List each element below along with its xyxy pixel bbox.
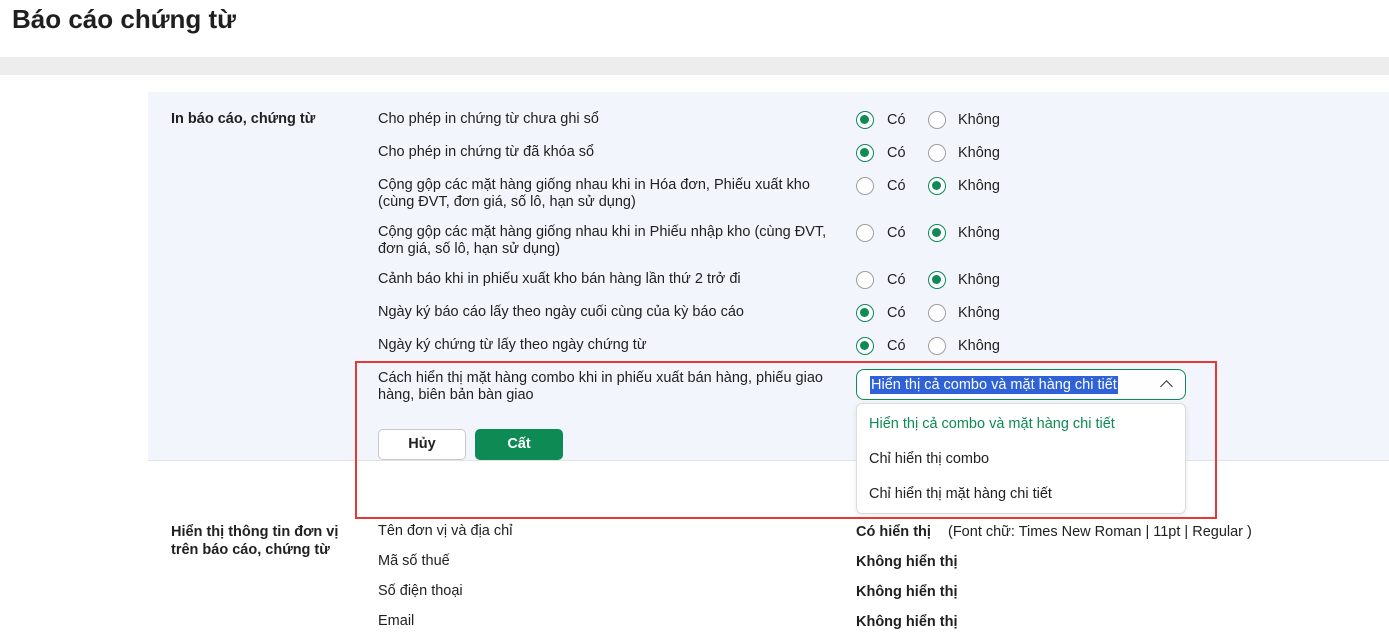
display-row-label: Tên đơn vị và địa chỉ <box>378 523 513 539</box>
radio-yes[interactable] <box>856 144 874 162</box>
radio-yes[interactable] <box>856 177 874 195</box>
combo-setting-label: Cách hiển thị mặt hàng combo khi in phiế… <box>378 370 823 403</box>
radio-no-label: Không <box>958 272 1000 288</box>
radio-yes-label: Có <box>887 272 906 288</box>
radio-no[interactable] <box>928 224 946 242</box>
combo-display-select[interactable]: Hiển thị cả combo và mặt hàng chi tiết <box>856 369 1186 400</box>
radio-yes[interactable] <box>856 111 874 129</box>
display-row-label: Số điện thoại <box>378 583 463 599</box>
radio-no[interactable] <box>928 304 946 322</box>
display-row-label: Email <box>378 613 415 629</box>
setting-label: Ngày ký báo cáo lấy theo ngày cuối cùng … <box>378 304 744 320</box>
radio-no-label: Không <box>958 112 1000 128</box>
setting-label: Cộng gộp các mặt hàng giống nhau khi in … <box>378 224 827 257</box>
dropdown-option[interactable]: Chỉ hiển thị combo <box>869 450 989 468</box>
radio-yes[interactable] <box>856 271 874 289</box>
setting-label: Cộng gộp các mặt hàng giống nhau khi in … <box>378 177 810 210</box>
radio-yes[interactable] <box>856 224 874 242</box>
radio-yes-label: Có <box>887 338 906 354</box>
radio-no[interactable] <box>928 271 946 289</box>
radio-no[interactable] <box>928 111 946 129</box>
radio-yes-label: Có <box>887 305 906 321</box>
combo-dropdown-list: Hiển thị cả combo và mặt hàng chi tiết C… <box>856 403 1186 514</box>
radio-no-label: Không <box>958 305 1000 321</box>
radio-no-label: Không <box>958 338 1000 354</box>
display-section-label: Hiển thị thông tin đơn vị trên báo cáo, … <box>171 524 339 558</box>
radio-no[interactable] <box>928 177 946 195</box>
radio-yes-label: Có <box>887 178 906 194</box>
radio-yes[interactable] <box>856 337 874 355</box>
select-value: Hiển thị cả combo và mặt hàng chi tiết <box>870 376 1118 394</box>
setting-label: Cho phép in chứng từ chưa ghi sổ <box>378 111 599 127</box>
radio-yes-label: Có <box>887 225 906 241</box>
display-value[interactable]: Không hiển thị <box>856 553 957 571</box>
radio-yes-label: Có <box>887 145 906 161</box>
radio-no[interactable] <box>928 337 946 355</box>
radio-no-label: Không <box>958 145 1000 161</box>
setting-label: Cảnh báo khi in phiếu xuất kho bán hàng … <box>378 271 741 287</box>
display-row-label: Mã số thuế <box>378 553 450 569</box>
dropdown-option[interactable]: Hiển thị cả combo và mặt hàng chi tiết <box>869 415 1115 433</box>
setting-label: Ngày ký chứng từ lấy theo ngày chứng từ <box>378 337 647 353</box>
radio-no-label: Không <box>958 178 1000 194</box>
radio-no-label: Không <box>958 225 1000 241</box>
radio-yes-label: Có <box>887 112 906 128</box>
setting-label: Cho phép in chứng từ đã khóa sổ <box>378 144 595 160</box>
header-divider <box>0 57 1389 75</box>
radio-yes[interactable] <box>856 304 874 322</box>
print-section-label: In báo cáo, chứng từ <box>171 111 316 127</box>
chevron-up-icon[interactable] <box>1160 380 1173 393</box>
cancel-button[interactable]: Hủy <box>378 429 466 460</box>
dropdown-option[interactable]: Chỉ hiển thị mặt hàng chi tiết <box>869 485 1052 503</box>
display-value[interactable]: Không hiển thị <box>856 583 957 601</box>
save-button[interactable]: Cất <box>475 429 563 460</box>
display-value[interactable]: Có hiển thị <box>856 523 931 541</box>
font-info: (Font chữ: Times New Roman | 11pt | Regu… <box>948 524 1252 540</box>
display-value[interactable]: Không hiển thị <box>856 613 957 631</box>
radio-no[interactable] <box>928 144 946 162</box>
page-title: Báo cáo chứng từ <box>12 4 237 34</box>
